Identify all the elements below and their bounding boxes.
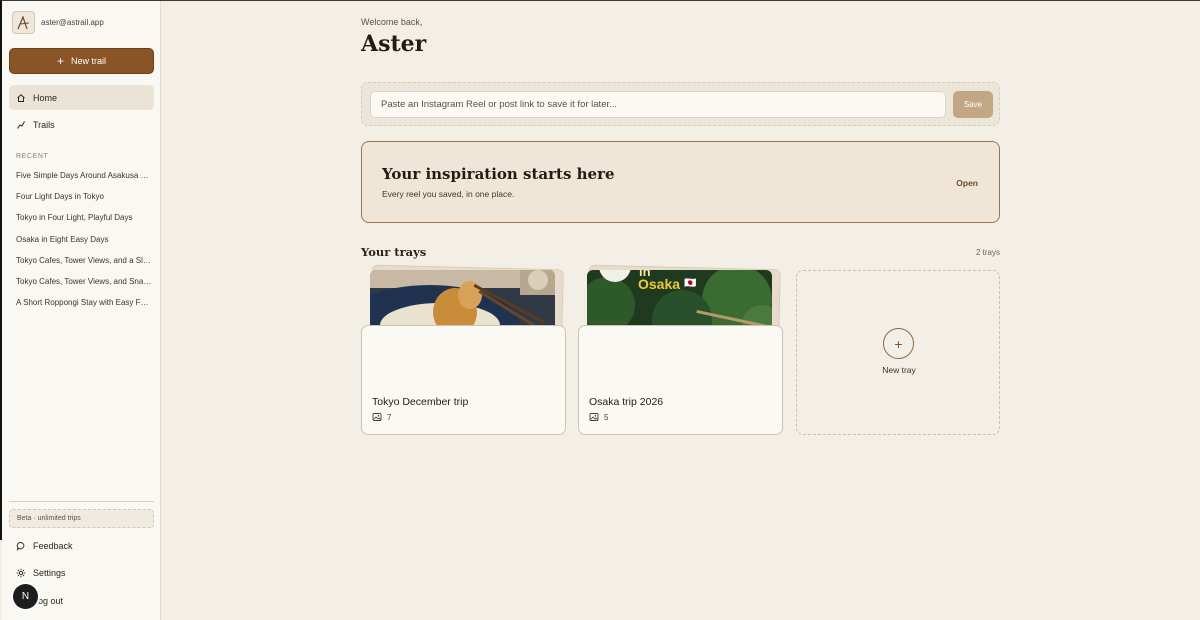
welcome-text: Welcome back,	[361, 17, 423, 27]
sidebar-item-label: Feedback	[33, 540, 73, 551]
trays-count: 2 trays	[975, 248, 1000, 257]
app-logo	[12, 11, 35, 34]
inspiration-subtitle: Every reel you saved, in one place.	[382, 189, 515, 199]
tray-item-count: 5	[589, 412, 608, 422]
recent-section-label: RECENT	[16, 153, 49, 160]
new-tray-button[interactable]: + New tray	[796, 270, 1000, 435]
tray-thumbnail	[370, 270, 555, 332]
recent-trail-item[interactable]: Tokyo Cafes, Tower Views, and Snacks	[16, 276, 152, 297]
sidebar-item-trails[interactable]: Trails	[9, 112, 154, 137]
paste-link-input[interactable]: Paste an Instagram Reel or post link to …	[370, 91, 946, 118]
sidebar: aster@astrail.app + New trail Home Trail…	[2, 1, 161, 620]
recent-trail-item[interactable]: Tokyo in Four Light, Playful Days	[16, 212, 152, 233]
window-top-border	[0, 0, 1200, 1]
page-title: Aster	[361, 31, 427, 57]
tray-name: Tokyo December trip	[372, 396, 469, 408]
beta-badge: Beta · unlimited trips	[9, 509, 154, 528]
new-trail-button[interactable]: + New trail	[9, 48, 154, 74]
new-trail-label: New trail	[71, 56, 107, 66]
image-icon	[372, 413, 382, 421]
recent-trail-item[interactable]: A Short Roppongi Stay with Easy Food	[16, 297, 152, 318]
food-photo-image	[370, 270, 555, 332]
paste-link-bar: Paste an Instagram Reel or post link to …	[361, 82, 1000, 126]
tray-card-body: Tokyo December trip 7	[361, 325, 566, 435]
plus-icon: +	[56, 54, 64, 68]
tray-card-body: Osaka trip 2026 5	[578, 325, 783, 435]
window-left-border	[0, 0, 2, 540]
tray-name: Osaka trip 2026	[589, 396, 664, 408]
sidebar-item-label: Settings	[33, 567, 66, 578]
image-icon	[589, 413, 599, 421]
account-header[interactable]: aster@astrail.app	[12, 11, 104, 34]
gear-icon	[16, 568, 26, 578]
new-tray-label: New tray	[882, 365, 916, 375]
thumbnail-overlay-title: Osaka	[638, 276, 681, 292]
plus-icon: +	[883, 328, 914, 359]
account-email: aster@astrail.app	[41, 18, 104, 27]
sidebar-divider	[9, 501, 154, 502]
sidebar-item-feedback[interactable]: Feedback	[9, 533, 154, 558]
recent-trail-item[interactable]: Four Light Days in Tokyo	[16, 191, 152, 212]
home-icon	[16, 93, 26, 103]
inspiration-title: Your inspiration starts here	[382, 165, 615, 183]
inspiration-open-link[interactable]: Open	[956, 178, 978, 188]
user-avatar[interactable]: N	[13, 584, 38, 609]
tray-thumbnail: in Osaka 🇯🇵	[587, 270, 772, 332]
chat-bubble-icon	[16, 541, 26, 551]
sidebar-item-label: Trails	[33, 119, 55, 130]
trail-icon	[16, 120, 26, 130]
sidebar-item-label: Home	[33, 92, 58, 103]
sidebar-item-home[interactable]: Home	[9, 85, 154, 110]
logo-mark-icon	[16, 15, 29, 29]
recent-trail-item[interactable]: Five Simple Days Around Asakusa and Ueno	[16, 170, 152, 191]
inspiration-card[interactable]: Your inspiration starts here Every reel …	[361, 141, 1000, 223]
recent-trail-item[interactable]: Osaka in Eight Easy Days	[16, 234, 152, 255]
japan-flag-icon: 🇯🇵	[684, 278, 697, 289]
recent-trail-item[interactable]: Tokyo Cafes, Tower Views, and a Slow Str…	[16, 255, 152, 276]
tray-card-osaka[interactable]: in Osaka 🇯🇵 Osaka trip 2026 5	[578, 262, 783, 435]
trays-section-title: Your trays	[361, 245, 427, 259]
save-button[interactable]: Save	[953, 91, 993, 118]
tray-item-count: 7	[372, 412, 391, 422]
tray-card-tokyo[interactable]: Tokyo December trip 7	[361, 262, 566, 435]
sidebar-item-settings[interactable]: Settings	[9, 560, 154, 585]
recent-list: Five Simple Days Around Asakusa and Ueno…	[16, 170, 152, 318]
